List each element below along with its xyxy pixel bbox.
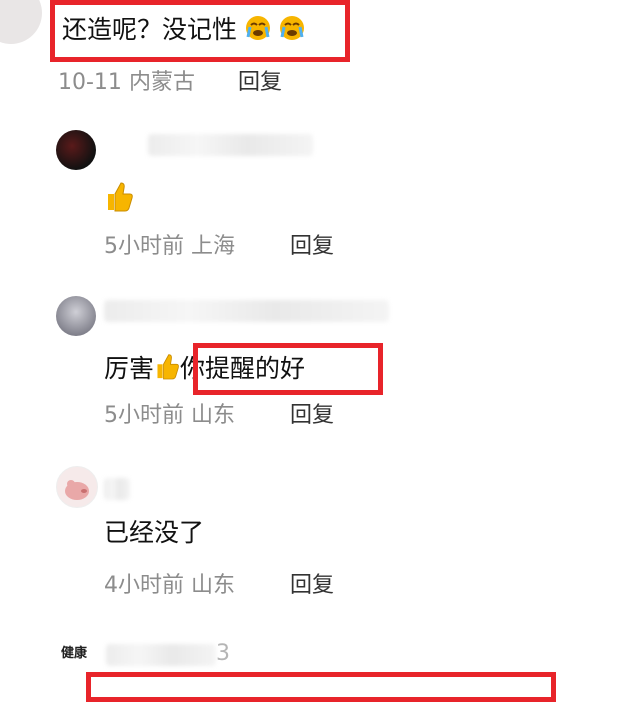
avatar[interactable] — [56, 466, 98, 508]
avatar[interactable] — [56, 130, 96, 170]
reply-button[interactable]: 回复 — [238, 72, 282, 94]
reply-button[interactable]: 回复 — [290, 575, 334, 597]
username-blurred — [148, 134, 313, 156]
comment-time: 4小时前 — [104, 573, 184, 598]
reply-button[interactable]: 回复 — [290, 236, 334, 258]
crying-face-icon — [279, 15, 305, 45]
comment-location: 内蒙古 — [128, 70, 195, 95]
comment-meta: 5小时前 上海 — [104, 236, 235, 258]
pig-icon — [65, 480, 89, 500]
comment-meta: 5小时前 山东 — [104, 405, 235, 427]
username-blurred — [104, 478, 130, 500]
highlight-box — [86, 672, 556, 702]
avatar[interactable] — [0, 0, 42, 44]
thumbs-up-icon — [104, 180, 134, 216]
comment-location: 山东 — [191, 573, 236, 598]
highlight-box — [193, 343, 383, 395]
comment-time: 10-11 — [58, 70, 122, 95]
comment-text — [104, 180, 134, 216]
comment-meta: 4小时前 山东 — [104, 575, 235, 597]
comment-location: 上海 — [191, 234, 236, 259]
thumbs-up-icon — [154, 352, 180, 384]
comment-text: 还造呢？没记性 — [62, 15, 305, 45]
username-suffix: 3 — [216, 641, 230, 666]
reply-button[interactable]: 回复 — [290, 405, 334, 427]
comment-text: 已经没了 — [104, 518, 205, 547]
username-blurred — [104, 300, 389, 322]
avatar[interactable] — [56, 296, 96, 336]
comment-meta: 10-11 内蒙古 — [58, 72, 195, 94]
avatar[interactable]: 健康 — [52, 632, 96, 676]
crying-face-icon — [245, 15, 271, 45]
comment-time: 5小时前 — [104, 403, 184, 428]
username-blurred — [106, 644, 216, 666]
comment-time: 5小时前 — [104, 234, 184, 259]
comment-location: 山东 — [191, 403, 236, 428]
